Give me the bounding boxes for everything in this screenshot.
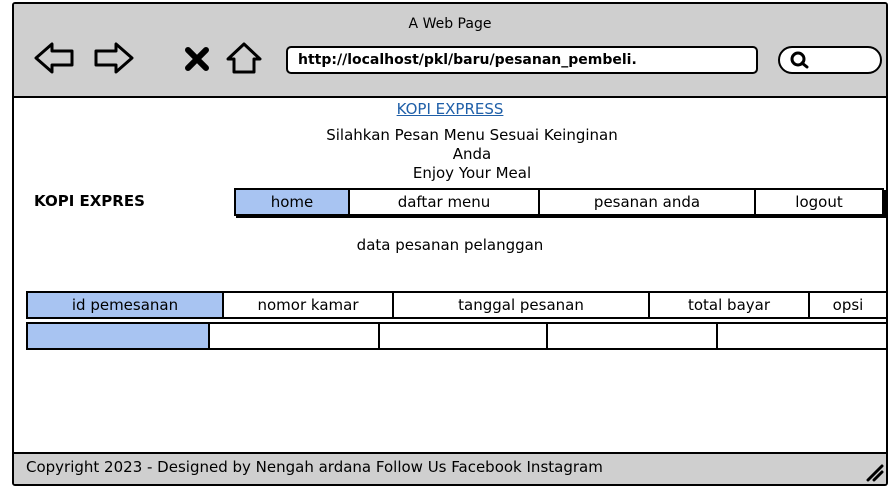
- brand-label: KOPI EXPRES: [34, 192, 145, 210]
- column-header: total bayar: [650, 293, 810, 317]
- table-cell: [718, 324, 886, 348]
- nav-home[interactable]: home: [236, 190, 350, 214]
- window-title: A Web Page: [408, 16, 492, 32]
- footer-text: Copyright 2023 - Designed by Nengah arda…: [26, 458, 603, 476]
- column-header: opsi: [832, 296, 864, 314]
- column-header: nomor kamar: [224, 293, 394, 317]
- main-nav: home daftar menu pesanan anda logout: [234, 188, 884, 216]
- table-cell: [28, 324, 210, 348]
- back-arrow-icon[interactable]: [32, 38, 76, 78]
- nav-daftar-menu[interactable]: daftar menu: [350, 190, 540, 214]
- table-cell: [548, 324, 718, 348]
- browser-window: A Web Page http://localhost/pkl/baru/pes…: [12, 2, 888, 486]
- subtitle-line: Anda: [452, 145, 492, 163]
- orders-table: id pemesanan nomor kamar tanggal pesanan…: [26, 291, 886, 353]
- search-input[interactable]: [778, 46, 882, 74]
- subtitle-line: Enjoy Your Meal: [412, 164, 532, 182]
- column-header: id pemesanan: [28, 293, 224, 317]
- browser-titlebar: A Web Page http://localhost/pkl/baru/pes…: [14, 4, 886, 98]
- subtitle-line: Silahkan Pesan Menu Sesuai Keinginan: [326, 126, 618, 144]
- table-cell: [210, 324, 380, 348]
- table-header-row: id pemesanan nomor kamar tanggal pesanan…: [26, 291, 886, 319]
- table-row: [26, 322, 886, 350]
- site-title-link[interactable]: KOPI EXPRESS: [14, 100, 886, 118]
- column-header: tanggal pesanan: [394, 293, 650, 317]
- section-title: data pesanan pelanggan: [356, 236, 544, 254]
- address-bar[interactable]: http://localhost/pkl/baru/pesanan_pembel…: [286, 46, 758, 74]
- nav-pesanan-anda[interactable]: pesanan anda: [540, 190, 756, 214]
- home-icon[interactable]: [224, 38, 264, 78]
- forward-arrow-icon[interactable]: [92, 38, 136, 78]
- close-icon[interactable]: [182, 38, 212, 78]
- table-cell: [380, 324, 548, 348]
- resize-handle-icon[interactable]: [862, 460, 884, 482]
- footer: Copyright 2023 - Designed by Nengah arda…: [14, 452, 886, 484]
- search-icon: [790, 51, 809, 69]
- nav-logout[interactable]: logout: [756, 190, 882, 214]
